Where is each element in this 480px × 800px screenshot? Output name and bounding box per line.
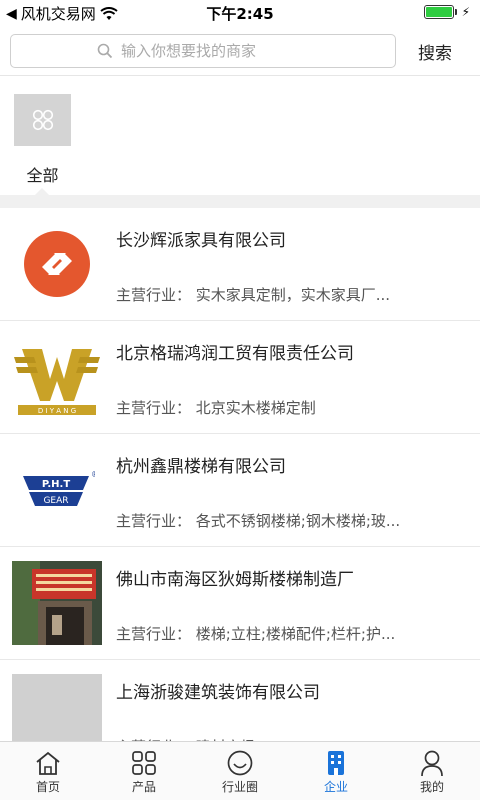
registered-mark: ® [91,470,95,479]
list-item[interactable]: D I Y A N G 北京格瑞鸿润工贸有限责任公司 主营行业： 北京实木楼梯定… [0,321,480,434]
search-button[interactable]: 搜索 [400,34,470,68]
home-icon [36,751,60,775]
gear-logo-text: GEAR [43,496,68,506]
diyang-logo-text: D I Y A N G [38,407,76,415]
storefront-photo [12,561,102,645]
tab-home-label: 首页 [35,780,60,794]
company-logo: D I Y A N G [12,335,102,419]
user-icon [421,750,443,777]
pht-logo-text: P.H.T [42,479,70,490]
company-name: 杭州鑫鼎楼梯有限公司 [116,457,286,477]
tab-products-label: 产品 [131,780,156,794]
category-all-label[interactable]: 全部 [14,162,71,186]
search-bar: 搜索 [0,26,480,76]
tab-products[interactable]: 产品 [96,742,192,800]
list-item[interactable]: P.H.T GEAR ® 杭州鑫鼎楼梯有限公司 主营行业： 各式不锈钢楼梯;钢木… [0,434,480,547]
diyang-logo: D I Y A N G [14,349,100,415]
bottom-tab-bar: 首页 产品 行业圈 企业 我的 [0,741,480,800]
company-logo: P.H.T GEAR ® [12,448,102,532]
list-item[interactable]: 长沙辉派家具有限公司 主营行业： 实木家具定制，实木家具厂... [0,208,480,321]
company-name: 佛山市南海区狄姆斯楼梯制造厂 [116,570,354,590]
tab-home[interactable]: 首页 [0,742,96,800]
tab-enterprise[interactable]: 企业 [288,742,384,800]
company-logo [12,561,102,645]
company-name: 上海浙骏建筑装饰有限公司 [116,683,320,703]
tab-enterprise-label: 企业 [323,780,348,794]
tab-industry[interactable]: 行业圈 [192,742,288,800]
status-bar: ◀ 风机交易网 下午2:45 ⚡ [0,0,480,26]
grid-icon [132,751,156,775]
charging-icon: ⚡ [461,5,470,19]
pht-gear-logo: P.H.T GEAR ® [23,470,95,506]
four-circles-icon [32,109,53,131]
tab-mine[interactable]: 我的 [384,742,480,800]
search-input[interactable] [121,35,381,67]
company-name: 长沙辉派家具有限公司 [116,231,286,251]
tab-mine-label: 我的 [419,780,444,794]
battery-icon [423,5,457,19]
building-icon [328,751,344,775]
huipai-logo [24,231,90,297]
company-business: 主营行业： 实木家具定制，实木家具厂... [116,286,391,304]
company-name: 北京格瑞鸿润工贸有限责任公司 [116,344,354,364]
company-business: 主营行业： 北京实木楼梯定制 [116,399,316,417]
search-box[interactable] [10,34,396,68]
company-logo [12,222,102,306]
section-divider [0,195,480,208]
tab-industry-label: 行业圈 [221,780,258,794]
company-business: 主营行业： 楼梯;立柱;楼梯配件;栏杆;护... [116,625,396,643]
search-icon [97,43,113,59]
category-all-tile[interactable] [14,94,71,146]
status-right: ⚡ [423,5,470,19]
status-time: 下午2:45 [206,5,274,23]
category-section: 全部 [0,77,480,196]
list-item[interactable]: 佛山市南海区狄姆斯楼梯制造厂 主营行业： 楼梯;立柱;楼梯配件;栏杆;护... [0,547,480,660]
company-list: 长沙辉派家具有限公司 主营行业： 实木家具定制，实木家具厂... D I Y A… [0,208,480,773]
company-business: 主营行业： 各式不锈钢楼梯;钢木楼梯;玻... [116,512,401,530]
smile-icon [227,750,253,776]
